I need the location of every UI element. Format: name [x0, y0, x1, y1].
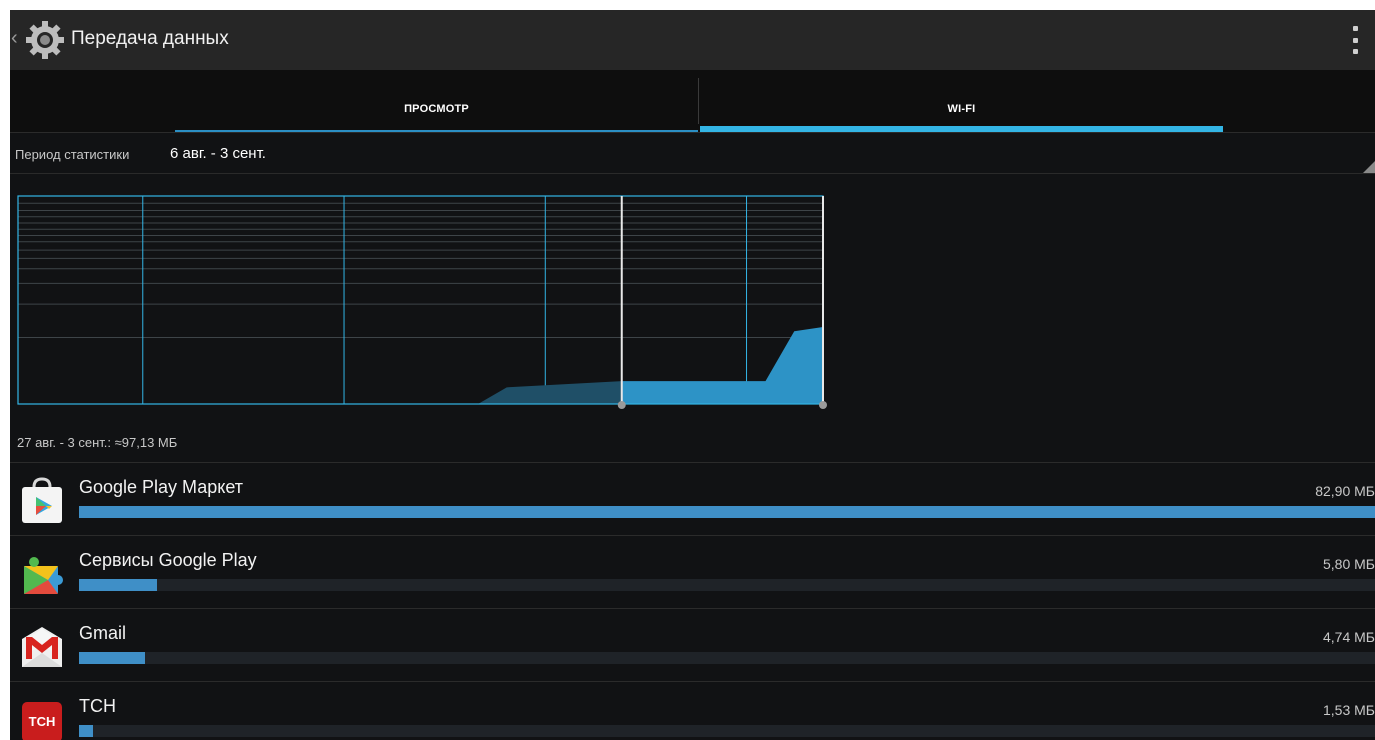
usage-bar-fill	[79, 725, 94, 737]
app-row-tsn[interactable]: ТСН ТСН 1,53 МБ	[10, 681, 1375, 740]
app-row-google-play-market[interactable]: Google Play Маркет 82,90 МБ	[10, 462, 1375, 535]
tab-wifi[interactable]: WI-FI	[700, 70, 1223, 132]
app-data-size: 4,74 МБ	[1323, 629, 1375, 645]
page-title: Передача данных	[71, 28, 229, 49]
handle-knob	[617, 401, 626, 409]
usage-bar	[79, 506, 1375, 518]
usage-area-inactive	[18, 381, 622, 404]
usage-chart[interactable]	[10, 190, 840, 420]
handle-knob	[819, 401, 827, 409]
app-name: Сервисы Google Play	[79, 550, 257, 570]
app-row-gmail[interactable]: Gmail 4,74 МБ	[10, 608, 1375, 681]
stats-period-dropdown[interactable]: 6 авг. - 3 сент.	[170, 145, 266, 162]
stats-period-label: Период статистики	[15, 147, 130, 162]
gmail-icon	[22, 627, 62, 667]
google-play-services-icon	[24, 557, 63, 594]
chevron-left-icon[interactable]: ‹	[11, 28, 18, 48]
usage-area-selected	[621, 327, 823, 404]
overflow-menu-icon[interactable]	[1348, 26, 1362, 54]
usage-bar-fill	[79, 579, 157, 591]
app-row-google-play-services[interactable]: Сервисы Google Play 5,80 МБ	[10, 535, 1375, 608]
dropdown-caret-icon[interactable]	[1363, 161, 1375, 173]
app-data-size: 5,80 МБ	[1323, 556, 1375, 572]
usage-bar-fill	[79, 506, 1375, 518]
action-bar: ‹ Передача данных	[10, 10, 1375, 70]
app-data-size: 82,90 МБ	[1315, 483, 1375, 499]
tab-bar: ПРОСМОТР WI-FI	[10, 70, 1375, 133]
tsn-icon: ТСН	[22, 702, 62, 740]
google-play-store-icon	[22, 477, 62, 523]
usage-bar	[79, 579, 1375, 591]
app-name: Google Play Маркет	[79, 477, 244, 497]
usage-bar	[79, 652, 1375, 664]
tab-divider	[698, 78, 699, 124]
svg-text:ТСН: ТСН	[29, 714, 56, 729]
app-name: Gmail	[79, 623, 127, 643]
settings-gear-icon[interactable]	[24, 19, 66, 61]
app-data-size: 1,53 МБ	[1323, 702, 1375, 718]
tab-overview[interactable]: ПРОСМОТР	[175, 70, 698, 132]
app-name: ТСН	[79, 696, 116, 716]
chart-grid	[18, 196, 823, 404]
chart-frame	[17, 195, 824, 405]
screen: ‹ Передача данных ПРОСМОТР WI-FI Период …	[10, 10, 1375, 740]
tab-wifi-indicator	[700, 126, 1223, 132]
range-start-handle[interactable]	[617, 196, 626, 409]
usage-bar-fill	[79, 652, 146, 664]
usage-bar	[79, 725, 1375, 737]
tab-wifi-label: WI-FI	[947, 103, 976, 115]
usage-summary: 27 авг. - 3 сент.: ≈97,13 МБ	[17, 435, 178, 450]
tab-overview-indicator	[175, 130, 698, 132]
tab-overview-label: ПРОСМОТР	[404, 103, 469, 115]
stats-period-row: Период статистики 6 авг. - 3 сент.	[10, 133, 1375, 174]
